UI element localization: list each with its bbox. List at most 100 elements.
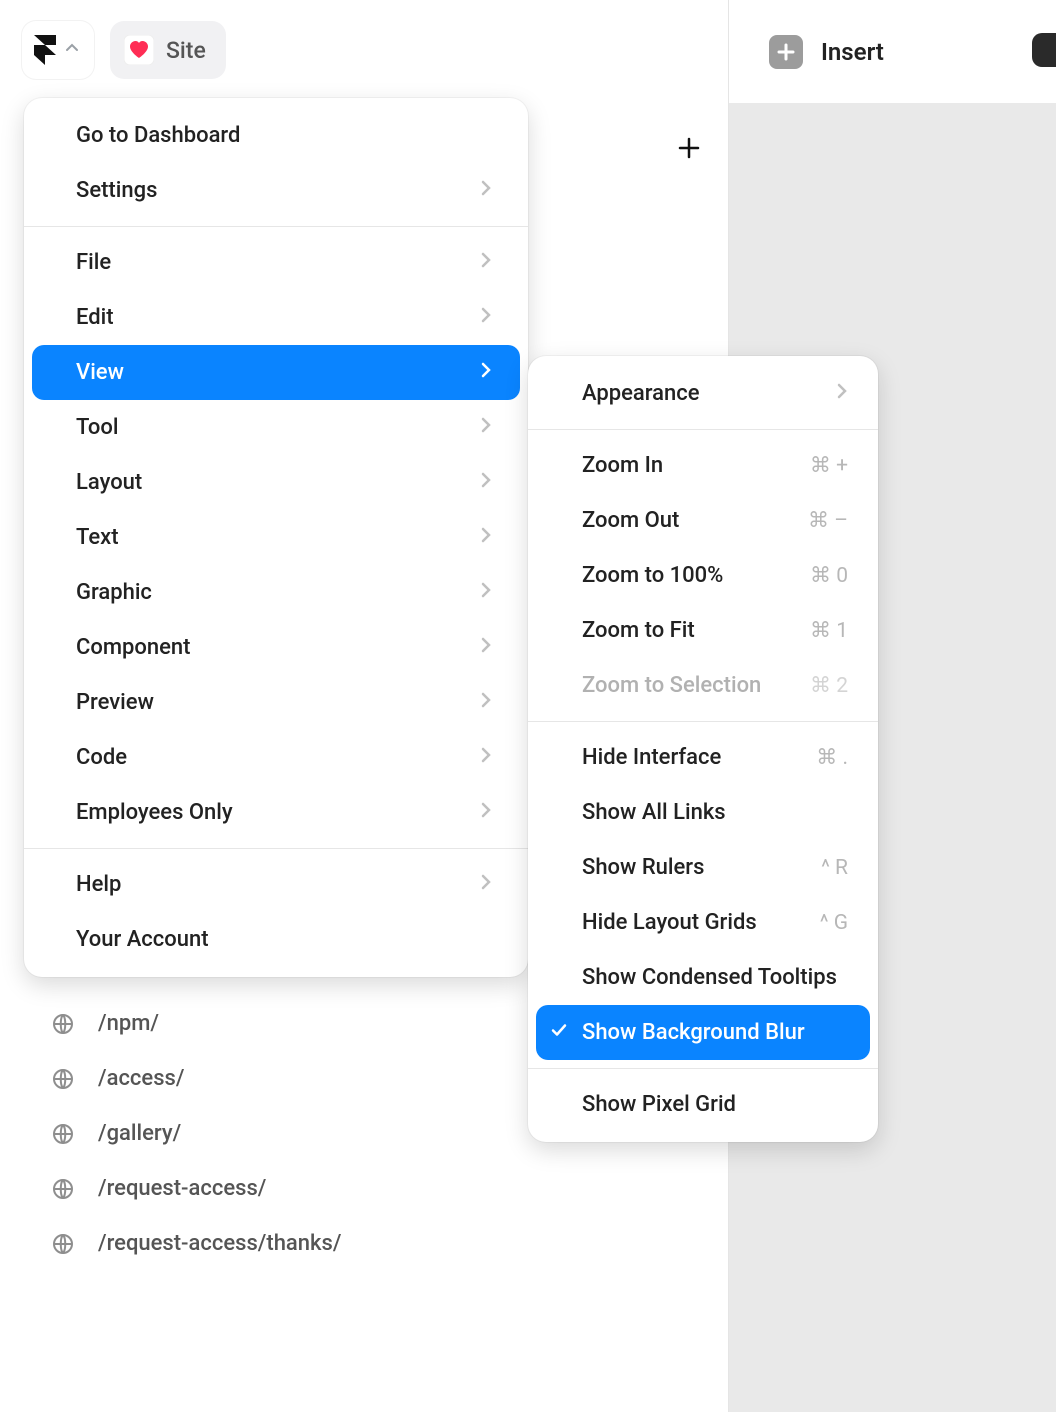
insert-label[interactable]: Insert — [821, 38, 884, 66]
shortcut-label: ⌘ 1 — [810, 618, 848, 643]
submenu-item-hide-interface[interactable]: Hide Interface ⌘ . — [536, 730, 870, 785]
menu-item-dashboard[interactable]: Go to Dashboard — [32, 108, 520, 163]
globe-icon — [52, 1013, 74, 1035]
submenu-item-label: Hide Layout Grids — [582, 910, 757, 935]
menu-item-label: Preview — [76, 690, 154, 715]
collapsed-button[interactable] — [1032, 33, 1056, 67]
menu-item-label: Settings — [76, 178, 157, 203]
shortcut-label: ⌘ 0 — [810, 563, 848, 588]
menu-item-label: Go to Dashboard — [76, 123, 240, 148]
submenu-item-label: Zoom Out — [582, 508, 679, 533]
menu-divider — [528, 721, 878, 722]
chevron-right-icon — [836, 381, 848, 406]
menu-divider — [528, 429, 878, 430]
menu-item-label: Layout — [76, 470, 142, 495]
menu-item-tool[interactable]: Tool — [32, 400, 520, 455]
menu-item-label: File — [76, 250, 111, 275]
insert-plus-icon[interactable] — [769, 35, 803, 69]
submenu-item-label: Hide Interface — [582, 745, 721, 770]
menu-item-employees[interactable]: Employees Only — [32, 785, 520, 840]
page-path: /npm/ — [98, 1011, 159, 1036]
submenu-item-bg-blur[interactable]: Show Background Blur — [536, 1005, 870, 1060]
submenu-item-hide-grids[interactable]: Hide Layout Grids ^ G — [536, 895, 870, 950]
menu-item-label: Edit — [76, 305, 114, 330]
chevron-right-icon — [480, 745, 492, 770]
submenu-item-label: Show Rulers — [582, 855, 704, 880]
submenu-item-label: Show Background Blur — [582, 1020, 805, 1045]
page-path: /request-access/ — [98, 1176, 266, 1201]
shortcut-label: ⌘ . — [816, 745, 848, 770]
view-submenu: Appearance Zoom In ⌘ + Zoom Out ⌘ – Zoom… — [528, 356, 878, 1142]
chevron-right-icon — [480, 635, 492, 660]
chevron-right-icon — [480, 360, 492, 385]
submenu-item-zoom-in[interactable]: Zoom In ⌘ + — [536, 438, 870, 493]
submenu-item-label: Zoom In — [582, 453, 663, 478]
page-item[interactable]: /request-access/thanks/ — [52, 1216, 652, 1271]
check-icon — [550, 1020, 568, 1045]
chevron-right-icon — [480, 525, 492, 550]
globe-icon — [52, 1068, 74, 1090]
menu-item-label: Your Account — [76, 927, 209, 952]
menu-item-account[interactable]: Your Account — [32, 912, 520, 967]
menu-item-label: Text — [76, 525, 119, 550]
menu-item-label: Employees Only — [76, 800, 233, 825]
chevron-right-icon — [480, 178, 492, 203]
chevron-right-icon — [480, 690, 492, 715]
submenu-item-label: Zoom to 100% — [582, 563, 723, 588]
shortcut-label: ⌘ + — [810, 453, 848, 478]
page-item[interactable]: /request-access/ — [52, 1161, 652, 1216]
page-path: /access/ — [98, 1066, 184, 1091]
menu-item-view[interactable]: View — [32, 345, 520, 400]
submenu-item-zoom-fit[interactable]: Zoom to Fit ⌘ 1 — [536, 603, 870, 658]
submenu-item-show-links[interactable]: Show All Links — [536, 785, 870, 840]
submenu-item-zoom-selection: Zoom to Selection ⌘ 2 — [536, 658, 870, 713]
globe-icon — [52, 1178, 74, 1200]
chevron-right-icon — [480, 800, 492, 825]
submenu-item-label: Zoom to Selection — [582, 673, 761, 698]
submenu-item-zoom-out[interactable]: Zoom Out ⌘ – — [536, 493, 870, 548]
submenu-item-label: Appearance — [582, 381, 700, 406]
menu-item-text[interactable]: Text — [32, 510, 520, 565]
menu-item-code[interactable]: Code — [32, 730, 520, 785]
chevron-right-icon — [480, 580, 492, 605]
shortcut-label: ^ R — [821, 856, 848, 880]
chevron-right-icon — [480, 470, 492, 495]
submenu-item-label: Show Pixel Grid — [582, 1092, 736, 1117]
menu-item-settings[interactable]: Settings — [32, 163, 520, 218]
menu-item-component[interactable]: Component — [32, 620, 520, 675]
submenu-item-zoom-100[interactable]: Zoom to 100% ⌘ 0 — [536, 548, 870, 603]
chevron-right-icon — [480, 415, 492, 440]
submenu-item-tooltips[interactable]: Show Condensed Tooltips — [536, 950, 870, 1005]
menu-item-graphic[interactable]: Graphic — [32, 565, 520, 620]
menu-item-file[interactable]: File — [32, 235, 520, 290]
submenu-item-pixel-grid[interactable]: Show Pixel Grid — [536, 1077, 870, 1132]
menu-item-edit[interactable]: Edit — [32, 290, 520, 345]
menu-divider — [24, 848, 528, 849]
globe-icon — [52, 1233, 74, 1255]
menu-item-label: View — [76, 360, 124, 385]
menu-divider — [24, 226, 528, 227]
submenu-item-label: Show Condensed Tooltips — [582, 965, 837, 990]
menu-item-layout[interactable]: Layout — [32, 455, 520, 510]
shortcut-label: ^ G — [820, 911, 848, 935]
menu-item-label: Help — [76, 872, 121, 897]
menu-item-help[interactable]: Help — [32, 857, 520, 912]
chevron-right-icon — [480, 250, 492, 275]
globe-icon — [52, 1123, 74, 1145]
submenu-item-show-rulers[interactable]: Show Rulers ^ R — [536, 840, 870, 895]
add-page-icon[interactable] — [678, 136, 700, 166]
right-panel-header: Insert — [729, 0, 1056, 103]
menu-item-label: Component — [76, 635, 190, 660]
main-menu: Go to Dashboard Settings File Edit View … — [24, 98, 528, 977]
menu-divider — [528, 1068, 878, 1069]
chevron-right-icon — [480, 872, 492, 897]
shortcut-label: ⌘ 2 — [810, 673, 848, 698]
menu-item-label: Code — [76, 745, 127, 770]
submenu-item-appearance[interactable]: Appearance — [536, 366, 870, 421]
page-path: /request-access/thanks/ — [98, 1231, 341, 1256]
submenu-item-label: Show All Links — [582, 800, 726, 825]
page-path: /gallery/ — [98, 1121, 181, 1146]
menu-item-preview[interactable]: Preview — [32, 675, 520, 730]
submenu-item-label: Zoom to Fit — [582, 618, 695, 643]
shortcut-label: ⌘ – — [808, 508, 848, 533]
